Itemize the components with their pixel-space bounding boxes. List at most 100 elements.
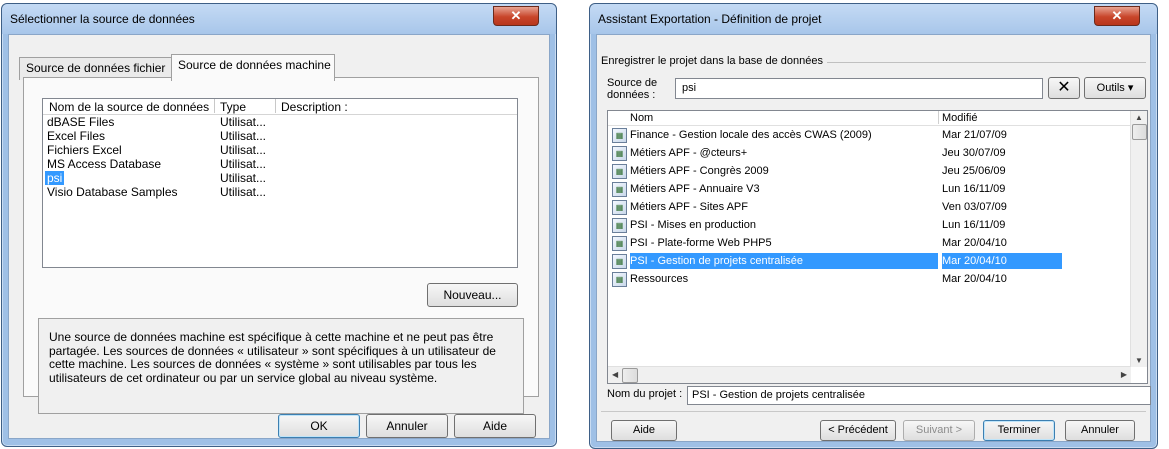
tools-button[interactable]: Outils ▾ — [1084, 77, 1146, 99]
right-window-title: Assistant Exportation - Définition de pr… — [598, 12, 822, 26]
previous-button[interactable]: < Précédent — [820, 420, 896, 441]
project-name: PSI - Plate-forme Web PHP5 — [630, 237, 772, 249]
source-input[interactable]: psi — [675, 78, 1043, 99]
column-divider[interactable] — [214, 99, 215, 113]
table-row[interactable]: ▦ Ressources Mar 20/04/10 — [608, 271, 1130, 287]
project-modified: Lun 16/11/09 — [942, 183, 1006, 195]
table-row[interactable]: ▦ Métiers APF - Congrès 2009 Jeu 25/06/0… — [608, 163, 1130, 179]
scroll-up-icon[interactable]: ▲ — [1135, 113, 1143, 122]
left-close-icon[interactable]: ✕ — [493, 6, 539, 26]
project-file-icon: ▦ — [612, 236, 627, 251]
data-source-list-header: Nom de la source de données Type Descrip… — [43, 99, 517, 115]
right-close-icon[interactable]: ✕ — [1094, 6, 1140, 26]
column-header-name[interactable]: Nom — [630, 111, 653, 125]
data-source-name: Fichiers Excel — [47, 143, 122, 157]
project-file-icon: ▦ — [612, 164, 627, 179]
project-file-icon: ▦ — [612, 182, 627, 197]
horizontal-scroll-thumb[interactable] — [622, 368, 638, 383]
project-modified: Mar 21/07/09 — [942, 129, 1007, 141]
left-window-title: Sélectionner la source de données — [10, 12, 195, 26]
data-source-type: Utilisat... — [220, 171, 267, 185]
right-title-bar[interactable]: Assistant Exportation - Définition de pr… — [590, 4, 1157, 34]
data-source-type: Utilisat... — [220, 157, 267, 171]
horizontal-scrollbar[interactable]: ◀ ▶ — [608, 366, 1131, 383]
project-modified: Lun 16/11/09 — [942, 219, 1006, 231]
project-modified: Mar 20/04/10 — [942, 253, 1062, 269]
data-source-type: Utilisat... — [220, 143, 267, 157]
table-row[interactable]: ▦ Finance - Gestion locale des accès CWA… — [608, 127, 1130, 143]
next-button[interactable]: Suivant > — [903, 420, 975, 441]
project-name: Ressources — [630, 273, 689, 285]
column-header-modified[interactable]: Modifié — [942, 111, 977, 125]
table-row[interactable]: ▦ PSI - Mises en production Lun 16/11/09 — [608, 217, 1130, 233]
project-name: PSI - Mises en production — [630, 219, 756, 231]
table-row[interactable]: ▦ Métiers APF - Annuaire V3 Lun 16/11/09 — [608, 181, 1130, 197]
column-divider[interactable] — [275, 99, 276, 113]
cancel-button[interactable]: Annuler — [1065, 420, 1135, 441]
data-source-type: Utilisat... — [220, 129, 267, 143]
project-modified: Mar 20/04/10 — [942, 273, 1007, 285]
left-client-area: Source de données fichier Source de donn… — [8, 34, 550, 439]
project-name: Métiers APF - @cteurs+ — [630, 147, 748, 159]
vertical-scroll-thumb[interactable] — [1132, 124, 1147, 140]
list-item[interactable]: MS Access Database Utilisat... — [43, 157, 517, 171]
project-name: Finance - Gestion locale des accès CWAS … — [630, 129, 872, 141]
project-modified: Mar 20/04/10 — [942, 237, 1007, 249]
source-label: Source de données : — [607, 77, 658, 101]
group-label: Enregistrer le projet dans la base de do… — [601, 55, 827, 67]
scroll-down-icon[interactable]: ▼ — [1135, 356, 1143, 365]
list-item[interactable]: Fichiers Excel Utilisat... — [43, 143, 517, 157]
column-header-name[interactable]: Nom de la source de données — [49, 100, 209, 114]
data-source-name: Visio Database Samples — [47, 185, 178, 199]
column-divider[interactable] — [938, 111, 939, 124]
left-title-bar[interactable]: Sélectionner la source de données ✕ — [2, 4, 556, 34]
data-source-name: Excel Files — [47, 129, 106, 143]
finish-button[interactable]: Terminer — [983, 420, 1055, 441]
project-file-icon: ▦ — [612, 128, 627, 143]
project-modified: Jeu 30/07/09 — [942, 147, 1006, 159]
scroll-left-icon[interactable]: ◀ — [612, 370, 618, 379]
data-source-name: MS Access Database — [47, 157, 162, 171]
project-file-icon: ▦ — [612, 146, 627, 161]
project-name: Métiers APF - Congrès 2009 — [630, 165, 769, 177]
project-name: PSI - Gestion de projets centralisée — [630, 253, 938, 269]
tab-machine-data-source[interactable]: Source de données machine — [171, 54, 335, 81]
project-name-input[interactable]: PSI - Gestion de projets centralisée — [687, 386, 1151, 405]
list-item-selected[interactable]: psi Utilisat... — [43, 171, 517, 185]
table-row[interactable]: ▦ Métiers APF - Sites APF Ven 03/07/09 — [608, 199, 1130, 215]
table-row[interactable]: ▦ PSI - Plate-forme Web PHP5 Mar 20/04/1… — [608, 235, 1130, 251]
project-name-label: Nom du projet : — [607, 388, 683, 400]
project-modified: Ven 03/07/09 — [942, 201, 1007, 213]
data-source-name: psi — [45, 171, 65, 185]
description-text: Une source de données machine est spécif… — [49, 330, 496, 385]
vertical-scrollbar[interactable]: ▲ ▼ — [1130, 111, 1147, 367]
column-header-description[interactable]: Description : — [281, 100, 348, 114]
list-item[interactable]: dBASE Files Utilisat... — [43, 115, 517, 129]
project-file-icon: ▦ — [612, 254, 627, 269]
new-data-source-button[interactable]: Nouveau... — [427, 283, 518, 307]
description-box: Une source de données machine est spécif… — [38, 318, 524, 414]
project-file-icon: ▦ — [612, 218, 627, 233]
select-data-source-window: Sélectionner la source de données ✕ Sour… — [1, 3, 557, 447]
project-file-icon: ▦ — [612, 200, 627, 215]
list-item[interactable]: Excel Files Utilisat... — [43, 129, 517, 143]
bottom-divider — [601, 411, 1146, 412]
project-name: Métiers APF - Annuaire V3 — [630, 183, 760, 195]
data-source-type: Utilisat... — [220, 185, 267, 199]
data-source-list[interactable]: Nom de la source de données Type Descrip… — [42, 98, 518, 268]
ok-button[interactable]: OK — [278, 414, 360, 438]
clear-icon[interactable]: ✕ — [1048, 77, 1080, 99]
project-list-header: Nom Modifié — [608, 111, 1130, 126]
list-item[interactable]: Visio Database Samples Utilisat... — [43, 185, 517, 199]
table-row-selected[interactable]: ▦ PSI - Gestion de projets centralisée M… — [608, 253, 1130, 269]
table-row[interactable]: ▦ Métiers APF - @cteurs+ Jeu 30/07/09 — [608, 145, 1130, 161]
cancel-button[interactable]: Annuler — [366, 414, 448, 438]
help-button[interactable]: Aide — [611, 420, 677, 441]
scroll-right-icon[interactable]: ▶ — [1121, 370, 1127, 379]
machine-data-source-panel: Nom de la source de données Type Descrip… — [23, 77, 539, 414]
data-source-name: dBASE Files — [47, 115, 115, 129]
project-file-icon: ▦ — [612, 272, 627, 287]
project-list[interactable]: Nom Modifié ▦ Finance - Gestion locale d… — [607, 110, 1148, 384]
column-header-type[interactable]: Type — [220, 100, 246, 114]
help-button[interactable]: Aide — [454, 414, 536, 438]
